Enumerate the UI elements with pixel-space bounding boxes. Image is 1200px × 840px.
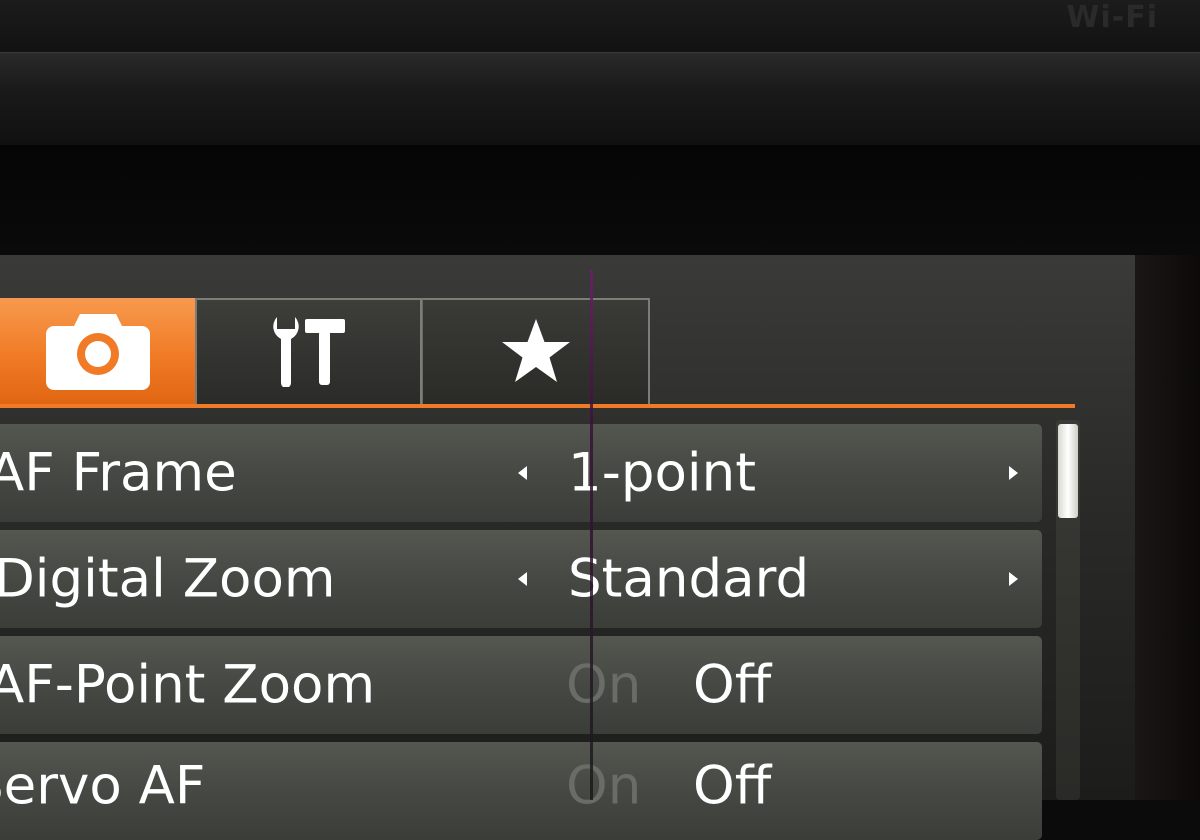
tab-setup[interactable]	[195, 298, 422, 406]
option-on[interactable]: On	[566, 655, 641, 716]
arrow-right-icon[interactable]	[1009, 572, 1018, 586]
arrow-right-icon[interactable]	[1009, 466, 1018, 480]
screen-defect-line	[590, 270, 593, 800]
camera-body-top: Wi-Fi	[0, 0, 1200, 52]
menu-item-label: AF-Point Zoom	[0, 654, 376, 716]
camera-bezel	[0, 52, 1200, 146]
option-off-selected[interactable]: Off	[693, 655, 771, 716]
wrench-hammer-icon	[269, 315, 349, 391]
tab-my-menu[interactable]	[422, 298, 650, 406]
menu-item-digital-zoom[interactable]: Digital Zoom Standard	[0, 530, 1042, 628]
menu-item-value: 1-point	[568, 442, 757, 504]
tab-underline	[0, 404, 1075, 408]
star-icon	[500, 317, 572, 389]
option-on[interactable]: On	[566, 756, 641, 817]
menu-item-label: Digital Zoom	[0, 548, 336, 610]
wifi-marking: Wi-Fi	[1066, 0, 1158, 35]
screen-right-edge	[1135, 255, 1200, 800]
screen-top-edge	[0, 145, 1200, 257]
menu-item-value: Standard	[568, 548, 810, 610]
menu-item-af-frame[interactable]: AF Frame 1-point	[0, 424, 1042, 522]
arrow-left-icon[interactable]	[518, 572, 527, 586]
menu-item-servo-af[interactable]: Servo AF On Off	[0, 742, 1042, 840]
camera-icon	[45, 310, 150, 394]
option-off-selected[interactable]: Off	[693, 756, 771, 817]
arrow-left-icon[interactable]	[518, 466, 527, 480]
menu-item-label: AF Frame	[0, 442, 237, 504]
menu-item-af-point-zoom[interactable]: AF-Point Zoom On Off	[0, 636, 1042, 734]
tab-shooting[interactable]	[0, 298, 195, 406]
scrollbar-thumb[interactable]	[1058, 424, 1078, 518]
menu-item-label: Servo AF	[0, 755, 206, 817]
